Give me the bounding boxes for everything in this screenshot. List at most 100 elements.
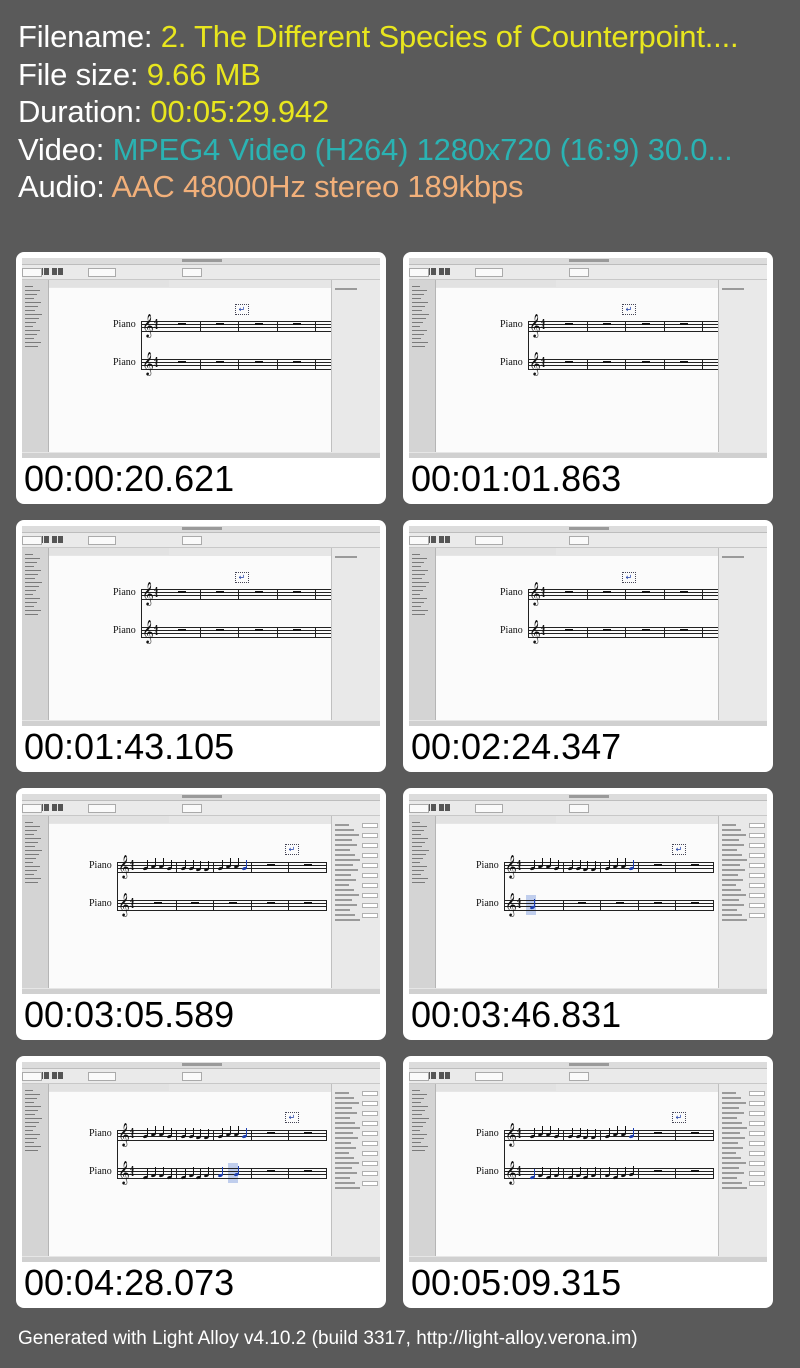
whole-rest	[565, 361, 574, 363]
video-thumbnail[interactable]: ↵ Piano 𝄞 4 4 Piano 𝄞 4 4 00:04:28.073	[16, 1056, 386, 1308]
video-thumbnail[interactable]: ↵ Piano 𝄞 4 4 Piano 𝄞 4 4 00:02:24.347	[403, 520, 773, 772]
palette-item	[25, 346, 38, 347]
treble-clef: 𝄞	[118, 854, 130, 878]
palette-item	[25, 566, 34, 567]
inspector-field	[362, 863, 378, 868]
inspector-row	[722, 909, 737, 911]
inspector-row	[722, 859, 747, 861]
inspector-row	[335, 1122, 355, 1124]
note-stem	[549, 858, 551, 866]
inspector-row	[335, 849, 350, 851]
inspector-row	[722, 904, 744, 906]
whole-rest	[603, 591, 612, 593]
inspector-field	[362, 853, 378, 858]
time-signature: 44	[130, 1129, 134, 1140]
palette-item	[25, 558, 40, 559]
video-thumbnail[interactable]: ↵ Piano 𝄞 4 4 Piano 𝄞 4 4 00:01:43.105	[16, 520, 386, 772]
inspector-row	[335, 1137, 358, 1139]
whole-rest	[292, 323, 301, 325]
inspector-row	[335, 909, 350, 911]
score-canvas: ↵ Piano 𝄞 4 4 Piano 𝄞 4 4	[49, 288, 354, 452]
frame-preview: ↵ Piano 𝄞 4 4 Piano 𝄞 4 4	[22, 1062, 380, 1262]
inspector-row	[722, 919, 747, 921]
whole-rest	[578, 902, 587, 904]
palette-item	[412, 558, 427, 559]
inspector-row	[335, 1177, 350, 1179]
barline	[637, 1168, 639, 1178]
note-stem	[154, 858, 156, 866]
whole-rest	[691, 1170, 700, 1172]
treble-clef: 𝄞	[142, 581, 154, 605]
barline	[675, 862, 677, 872]
palette-item	[25, 846, 35, 847]
palette-item	[412, 866, 427, 867]
whole-rest	[178, 629, 187, 631]
whole-rest	[679, 361, 688, 363]
palettes-panel	[409, 280, 436, 452]
palette-item	[412, 318, 426, 319]
palette-item	[25, 342, 41, 343]
whole-rest	[292, 591, 301, 593]
note-stem	[222, 1167, 224, 1175]
note-stem	[147, 1168, 148, 1177]
app-toolbar	[22, 801, 380, 816]
palette-item	[412, 1102, 421, 1103]
note-stem	[557, 1127, 559, 1136]
score-tab	[49, 280, 169, 287]
inspector-row	[335, 1092, 349, 1094]
inspector-row	[335, 894, 359, 896]
barline	[713, 900, 714, 910]
video-thumbnail[interactable]: ↵ Piano 𝄞 4 4 Piano 𝄞 4 4 00:01:01.863	[403, 252, 773, 504]
barline	[276, 359, 278, 369]
note-stem	[587, 1168, 589, 1177]
treble-clef: 𝄞	[529, 313, 541, 337]
time-signature: 44	[541, 588, 545, 599]
barline	[587, 627, 589, 637]
palette-item	[412, 842, 425, 843]
barline	[276, 589, 278, 599]
playback-field	[182, 268, 202, 277]
treble-clef: 𝄞	[505, 1122, 517, 1146]
barline	[288, 1168, 290, 1178]
barline	[250, 862, 252, 872]
inspector-field	[749, 843, 765, 848]
inspector-field	[362, 1111, 378, 1116]
whole-rest	[191, 902, 200, 904]
video-thumbnail[interactable]: ↵ Piano 𝄞 4 4 Piano 𝄞 4 4 00:05:09.315	[403, 1056, 773, 1308]
palettes-panel	[409, 548, 436, 720]
whole-rest	[565, 323, 574, 325]
video-thumbnail[interactable]: ↵ Piano 𝄞 4 4 Piano 𝄞 4 4 00:00:20.621	[16, 252, 386, 504]
window-title	[182, 1063, 222, 1066]
return-icon: ↵	[672, 844, 686, 855]
score-canvas: ↵ Piano 𝄞 4 4 Piano 𝄞 4 4	[436, 824, 719, 988]
inspector-row	[335, 1112, 357, 1114]
time-signature-bottom: 4	[154, 592, 159, 599]
playback-field	[569, 804, 589, 813]
time-signature-bottom: 4	[517, 865, 522, 872]
inspector-row	[335, 839, 352, 841]
inspector-row	[335, 1142, 351, 1144]
toolbar-icon	[44, 536, 49, 543]
frame-preview: ↵ Piano 𝄞 4 4 Piano 𝄞 4 4	[409, 1062, 767, 1262]
whole-rest	[653, 1170, 662, 1172]
staff	[528, 627, 741, 638]
inspector-row	[722, 1172, 744, 1174]
video-thumbnail[interactable]: ↵ Piano 𝄞 4 4 Piano 𝄞 4 4 00:03:05.589	[16, 788, 386, 1040]
inspector-row	[722, 1182, 742, 1184]
palette-item	[25, 554, 33, 555]
inspector-field	[749, 823, 765, 828]
staff	[141, 627, 354, 638]
note-stem	[541, 858, 543, 866]
barline	[637, 862, 639, 872]
video-thumbnail[interactable]: ↵ Piano 𝄞 4 4 Piano 𝄞 4 4 00:03:46.831	[403, 788, 773, 1040]
treble-clef: 𝄞	[142, 619, 154, 643]
playback-field	[569, 1072, 589, 1081]
palette-item	[25, 326, 33, 327]
palette-item	[412, 838, 428, 839]
score-canvas: ↵ Piano 𝄞 4 4 Piano 𝄞 4 4	[436, 1092, 719, 1256]
barline	[587, 359, 589, 369]
staff	[528, 321, 741, 332]
whole-rest	[679, 323, 688, 325]
barline	[238, 359, 240, 369]
toolbar-icon	[52, 268, 57, 275]
